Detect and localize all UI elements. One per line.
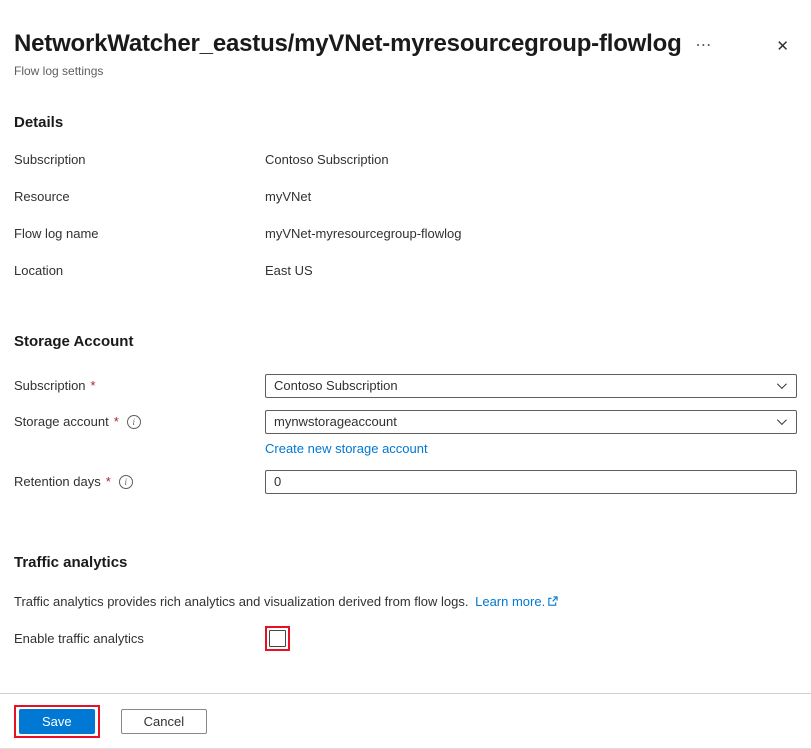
close-icon[interactable]: ✕ bbox=[772, 37, 793, 56]
learn-more-link[interactable]: Learn more. bbox=[475, 594, 545, 609]
header-actions: ⋯ ✕ bbox=[691, 30, 797, 56]
required-marker: * bbox=[106, 470, 111, 494]
page-subtitle: Flow log settings bbox=[14, 64, 797, 78]
storage-account-dropdown-value: mynwstorageaccount bbox=[274, 414, 397, 429]
detail-value: myVNet bbox=[265, 189, 311, 204]
detail-row-flow-log-name: Flow log name myVNet-myresourcegroup-flo… bbox=[14, 215, 797, 252]
storage-account-dropdown[interactable]: mynwstorageaccount bbox=[265, 410, 797, 434]
detail-value: Contoso Subscription bbox=[265, 152, 389, 167]
retention-days-label: Retention days * i bbox=[14, 470, 265, 494]
detail-label: Resource bbox=[14, 189, 265, 204]
storage-account-form-row: Storage account * i mynwstorageaccount C… bbox=[14, 410, 797, 456]
enable-traffic-analytics-checkbox[interactable] bbox=[269, 630, 286, 647]
detail-label: Flow log name bbox=[14, 226, 265, 241]
info-icon[interactable]: i bbox=[119, 475, 133, 489]
subscription-label: Subscription * bbox=[14, 374, 265, 398]
traffic-analytics-description-text: Traffic analytics provides rich analytic… bbox=[14, 594, 468, 609]
chevron-down-icon bbox=[777, 415, 787, 425]
enable-traffic-analytics-row: Enable traffic analytics bbox=[14, 626, 797, 651]
create-storage-account-link[interactable]: Create new storage account bbox=[265, 441, 428, 456]
storage-account-form: Subscription * Contoso Subscription Stor… bbox=[14, 374, 797, 506]
retention-days-label-text: Retention days bbox=[14, 470, 101, 494]
details-section: Subscription Contoso Subscription Resour… bbox=[14, 141, 797, 289]
subscription-form-row: Subscription * Contoso Subscription bbox=[14, 374, 797, 398]
annotation-highlight: Save bbox=[14, 705, 100, 738]
detail-row-resource: Resource myVNet bbox=[14, 178, 797, 215]
storage-account-label-text: Storage account bbox=[14, 410, 109, 434]
subscription-label-text: Subscription bbox=[14, 374, 86, 398]
traffic-analytics-heading: Traffic analytics bbox=[14, 554, 797, 571]
details-heading: Details bbox=[14, 114, 797, 131]
subscription-dropdown[interactable]: Contoso Subscription bbox=[265, 374, 797, 398]
storage-account-heading: Storage Account bbox=[14, 333, 797, 350]
save-button[interactable]: Save bbox=[19, 709, 95, 734]
flow-log-settings-panel: NetworkWatcher_eastus/myVNet-myresourceg… bbox=[0, 0, 811, 749]
enable-traffic-analytics-label: Enable traffic analytics bbox=[14, 631, 265, 646]
annotation-highlight bbox=[265, 626, 290, 651]
detail-value: East US bbox=[265, 263, 313, 278]
panel-header: NetworkWatcher_eastus/myVNet-myresourceg… bbox=[14, 30, 797, 78]
traffic-analytics-description: Traffic analytics provides rich analytic… bbox=[14, 594, 797, 610]
detail-value: myVNet-myresourcegroup-flowlog bbox=[265, 226, 462, 241]
detail-label: Subscription bbox=[14, 152, 265, 167]
external-link-icon bbox=[547, 595, 558, 610]
storage-account-label: Storage account * i bbox=[14, 410, 265, 434]
more-options-icon[interactable]: ⋯ bbox=[691, 36, 716, 56]
detail-row-location: Location East US bbox=[14, 252, 797, 289]
footer-buttons: Save Cancel bbox=[14, 694, 797, 748]
cancel-button[interactable]: Cancel bbox=[121, 709, 207, 734]
retention-days-input[interactable] bbox=[265, 470, 797, 494]
subscription-dropdown-value: Contoso Subscription bbox=[274, 378, 398, 393]
info-icon[interactable]: i bbox=[127, 415, 141, 429]
chevron-down-icon bbox=[777, 379, 787, 389]
footer: Save Cancel bbox=[14, 693, 797, 749]
detail-row-subscription: Subscription Contoso Subscription bbox=[14, 141, 797, 178]
required-marker: * bbox=[114, 410, 119, 434]
retention-days-form-row: Retention days * i bbox=[14, 470, 797, 494]
page-title: NetworkWatcher_eastus/myVNet-myresourceg… bbox=[14, 30, 691, 59]
detail-label: Location bbox=[14, 263, 265, 278]
required-marker: * bbox=[91, 374, 96, 398]
